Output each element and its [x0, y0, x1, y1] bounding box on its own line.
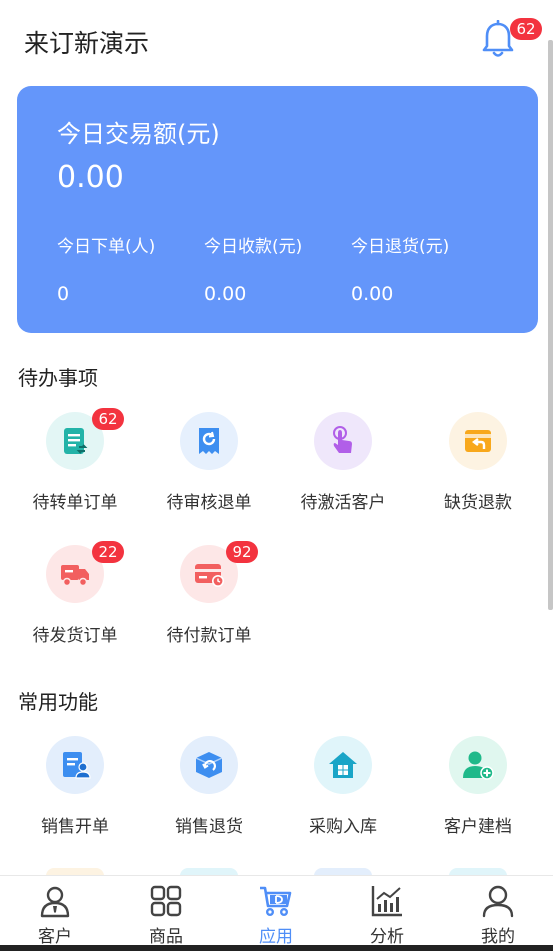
scrollbar[interactable] [548, 40, 553, 610]
tab-analysis[interactable]: 分析 [332, 882, 442, 948]
header: 来订新演示 62 [0, 0, 553, 82]
tab-bar: 客户 商品 应用 分析 我的 [0, 875, 553, 951]
stats-total: 0.00 [57, 160, 124, 195]
tab-apps[interactable]: 应用 [221, 882, 331, 948]
common-item-customer-profile[interactable]: 客户建档 [411, 736, 545, 846]
common-item-purchase-inbound[interactable]: 采购入库 [276, 736, 410, 846]
todo-item-label: 待审核退单 [166, 493, 252, 513]
cart-icon [260, 886, 292, 917]
common-item-label: 销售开单 [41, 817, 109, 837]
todo-item-label: 待发货订单 [32, 626, 118, 646]
common-item-label: 销售退货 [175, 817, 243, 837]
tab-label: 分析 [370, 927, 404, 947]
todo-badge: 92 [226, 541, 258, 563]
notification-badge: 62 [510, 18, 542, 40]
sales-return-icon [180, 736, 238, 794]
tab-label: 我的 [481, 927, 515, 947]
todo-badge: 62 [92, 408, 124, 430]
customer-icon [40, 886, 70, 918]
stat-value: 0.00 [204, 283, 247, 305]
common-item-label: 采购入库 [309, 817, 377, 837]
tab-label: 应用 [259, 927, 293, 947]
todo-item-refund-review[interactable]: 待审核退单 [142, 412, 276, 522]
tab-mine[interactable]: 我的 [443, 882, 553, 948]
stat-label: 今日退货(元) [351, 237, 450, 257]
refund-review-icon [180, 412, 238, 470]
todo-item-stockout-refund[interactable]: 缺货退款 [411, 412, 545, 522]
warehouse-icon [314, 736, 372, 794]
stockout-refund-icon [449, 412, 507, 470]
stat-value: 0.00 [351, 283, 394, 305]
todo-item-transfer-order[interactable]: 62 待转单订单 [8, 408, 142, 522]
todo-item-label: 待付款订单 [166, 626, 252, 646]
chart-icon [371, 886, 402, 917]
todo-item-label: 待转单订单 [32, 493, 118, 513]
common-item-sales-order[interactable]: 销售开单 [8, 736, 142, 846]
system-bottom-bar [0, 945, 553, 951]
stat-orders: 今日下单(人) 0 [57, 232, 155, 305]
tab-products[interactable]: 商品 [111, 882, 221, 948]
tab-customer[interactable]: 客户 [0, 882, 110, 948]
todo-item-label: 缺货退款 [444, 493, 512, 513]
todo-item-label: 待激活客户 [300, 493, 386, 513]
stat-value: 0 [57, 283, 70, 305]
todo-badge: 22 [92, 541, 124, 563]
activate-customer-icon [314, 412, 372, 470]
add-customer-icon [449, 736, 507, 794]
stats-title: 今日交易额(元) [57, 120, 220, 148]
stats-card[interactable]: 今日交易额(元) 0.00 今日下单(人) 0 今日收款(元) 0.00 今日退… [17, 86, 538, 333]
todo-item-pending-delivery[interactable]: 22 待发货订单 [8, 541, 142, 655]
grid-icon [150, 885, 182, 917]
app-title: 来订新演示 [24, 29, 150, 58]
todo-item-pending-payment[interactable]: 92 待付款订单 [142, 541, 276, 655]
stat-label: 今日收款(元) [204, 237, 303, 257]
stat-label: 今日下单(人) [57, 237, 156, 257]
sales-order-icon [46, 736, 104, 794]
common-item-label: 客户建档 [444, 817, 512, 837]
todo-section-title: 待办事项 [18, 366, 98, 390]
stat-returns: 今日退货(元) 0.00 [351, 232, 449, 305]
tab-label: 商品 [149, 927, 183, 947]
todo-item-activate-customer[interactable]: 待激活客户 [276, 412, 410, 522]
user-icon [482, 885, 514, 918]
common-section-title: 常用功能 [18, 690, 98, 714]
tab-label: 客户 [38, 927, 72, 947]
stat-receipts: 今日收款(元) 0.00 [204, 232, 302, 305]
common-item-sales-return[interactable]: 销售退货 [142, 736, 276, 846]
